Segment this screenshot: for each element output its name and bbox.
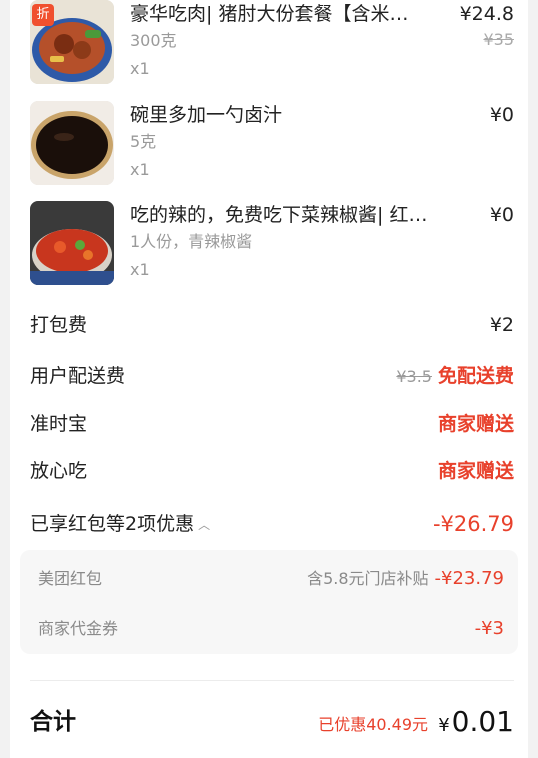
order-item[interactable]: 碗里多加一勺卤汁 5克 x1 ¥0 <box>30 101 514 187</box>
redpacket-note: 含5.8元门店补贴 <box>307 569 429 588</box>
discount-summary-label-group: 已享红包等2项优惠 ︿ <box>30 509 210 540</box>
item-name: 碗里多加一勺卤汁 <box>130 104 283 126</box>
divider <box>30 680 514 681</box>
item-name: 吃的辣的，免费吃下菜辣椒酱| 红剁… <box>130 204 440 226</box>
safe-eat-row: 放心吃 商家赠送 <box>30 456 514 486</box>
chevron-up-icon[interactable]: ︿ <box>198 510 210 540</box>
total-amount-group: ¥0.01 <box>438 702 514 746</box>
item-quantity: x1 <box>130 260 150 279</box>
delivery-fee-original: ¥3.5 <box>396 367 432 386</box>
packing-fee-label: 打包费 <box>30 314 88 336</box>
item-name: 豪华吃肉| 猪肘大份套餐【含米… <box>130 3 409 25</box>
order-item[interactable]: 吃的辣的，免费吃下菜辣椒酱| 红剁… 1人份，青辣椒酱 x1 ¥0 <box>30 201 514 287</box>
order-detail-card: 折 豪华吃肉| 猪肘大份套餐【含米… 300克 x1 ¥24.8 ¥35 碗里多… <box>10 0 528 758</box>
discount-summary-value: -¥26.79 <box>432 512 514 536</box>
item-spec: 1人份，青辣椒酱 <box>130 232 253 251</box>
total-amount: 0.01 <box>451 705 514 738</box>
currency-symbol: ¥ <box>438 715 450 736</box>
discount-summary-label: 已享红包等2项优惠 <box>30 513 195 535</box>
item-thumbnail: 折 <box>30 0 114 84</box>
delivery-fee-value-group: ¥3.5 免配送费 <box>396 361 514 392</box>
item-quantity: x1 <box>130 59 150 78</box>
redpacket-row: 美团红包 含5.8元门店补贴 -¥23.79 <box>38 566 504 592</box>
ontime-value: 商家赠送 <box>437 413 514 435</box>
item-spec: 5克 <box>130 132 157 151</box>
delivery-fee-value: 免配送费 <box>437 365 514 387</box>
voucher-label: 商家代金券 <box>38 619 119 638</box>
packing-fee-row: 打包费 ¥2 <box>30 310 514 340</box>
item-quantity: x1 <box>130 160 150 179</box>
item-thumbnail <box>30 201 114 285</box>
total-saved: 已优惠40.49元 <box>318 715 428 734</box>
item-original-price: ¥35 <box>483 30 514 49</box>
discount-tag: 折 <box>32 4 54 26</box>
packing-fee-value: ¥2 <box>489 314 514 336</box>
item-thumbnail <box>30 101 114 185</box>
item-price: ¥0 <box>489 204 514 226</box>
redpacket-label: 美团红包 <box>38 569 103 588</box>
safe-eat-value: 商家赠送 <box>437 460 514 482</box>
item-spec: 300克 <box>130 31 177 50</box>
total-row: 合计 已优惠40.49元 ¥0.01 <box>30 700 514 744</box>
delivery-fee-label: 用户配送费 <box>30 365 126 387</box>
order-item[interactable]: 折 豪华吃肉| 猪肘大份套餐【含米… 300克 x1 ¥24.8 ¥35 <box>30 0 514 86</box>
ontime-row: 准时宝 商家赠送 <box>30 409 514 439</box>
voucher-row: 商家代金券 -¥3 <box>38 616 504 642</box>
voucher-value: -¥3 <box>474 618 504 639</box>
redpacket-value-group: 含5.8元门店补贴 -¥23.79 <box>307 566 504 592</box>
ontime-label: 准时宝 <box>30 413 88 435</box>
safe-eat-label: 放心吃 <box>30 460 88 482</box>
discount-breakdown: 美团红包 含5.8元门店补贴 -¥23.79 商家代金券 -¥3 <box>20 550 518 654</box>
redpacket-value: -¥23.79 <box>434 568 504 589</box>
item-price: ¥24.8 <box>459 3 514 25</box>
delivery-fee-row: 用户配送费 ¥3.5 免配送费 <box>30 361 514 391</box>
total-label: 合计 <box>30 709 76 735</box>
discount-summary-row[interactable]: 已享红包等2项优惠 ︿ -¥26.79 <box>30 509 514 539</box>
item-price: ¥0 <box>489 104 514 126</box>
